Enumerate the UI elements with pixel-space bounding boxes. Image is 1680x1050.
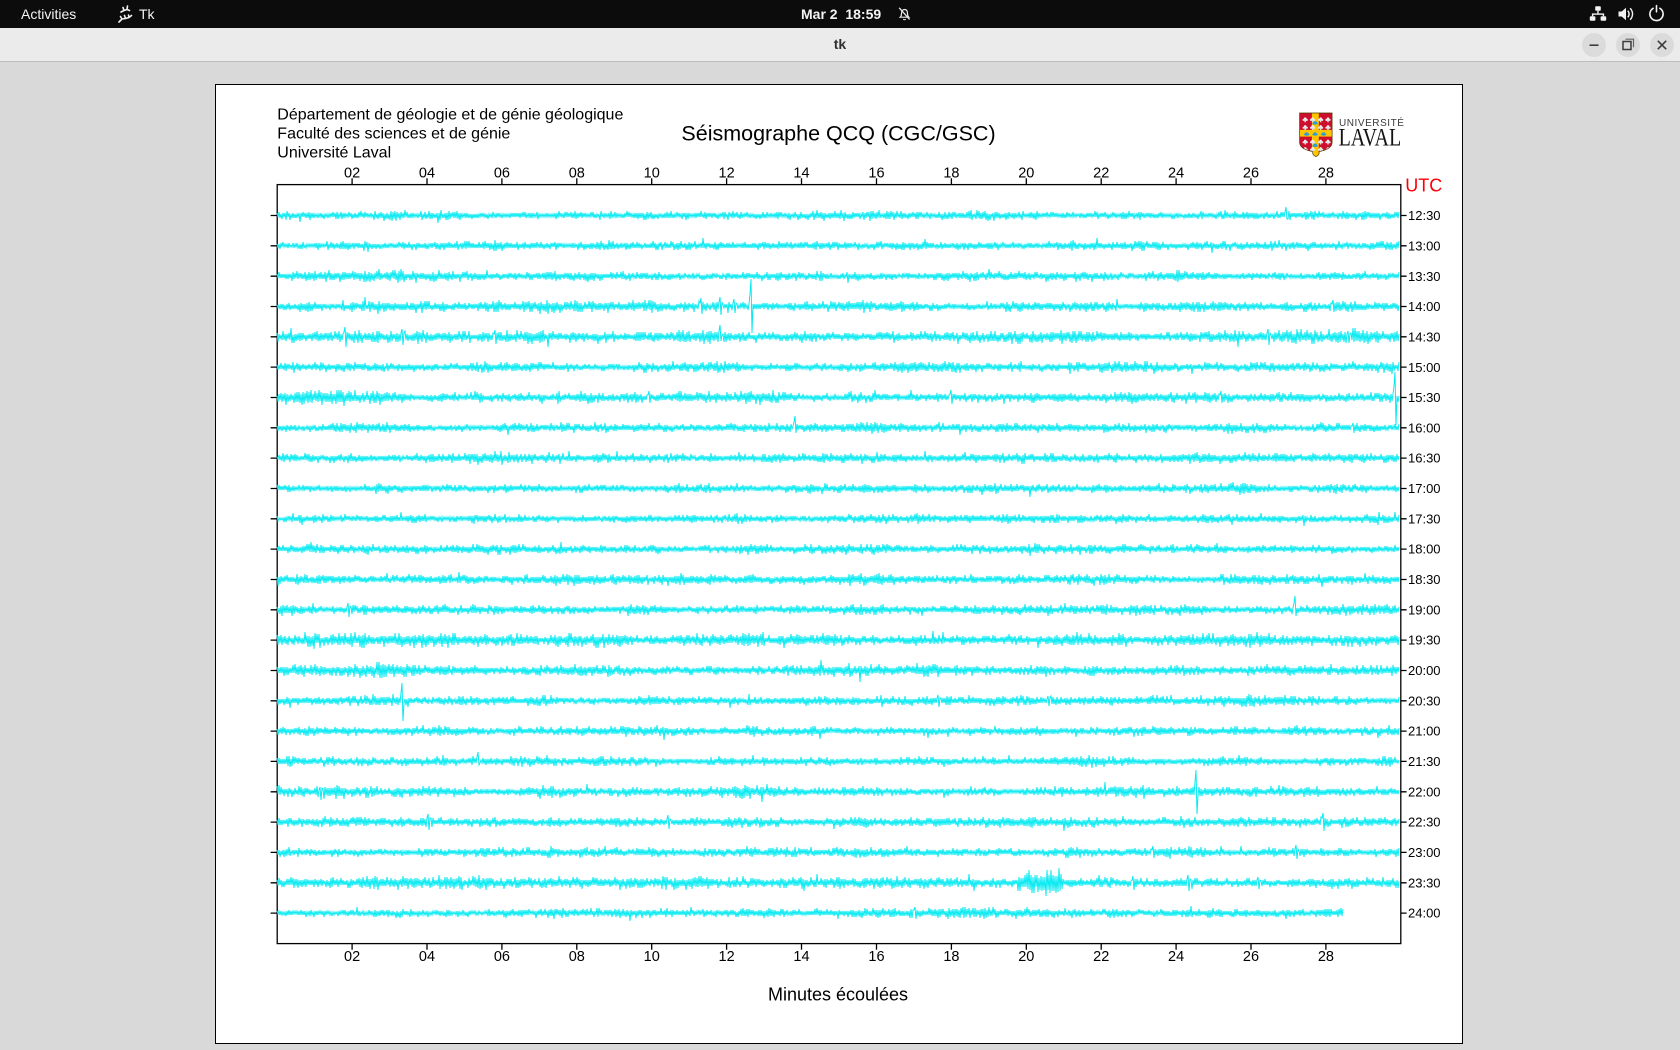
svg-text:17:30: 17:30 bbox=[1408, 511, 1441, 526]
svg-text:14:30: 14:30 bbox=[1408, 329, 1441, 344]
svg-text:24: 24 bbox=[1168, 949, 1184, 965]
svg-text:22:30: 22:30 bbox=[1408, 815, 1441, 830]
svg-text:15:00: 15:00 bbox=[1408, 360, 1441, 375]
svg-text:Minutes écoulées: Minutes écoulées bbox=[768, 985, 908, 1005]
svg-text:13:30: 13:30 bbox=[1408, 269, 1441, 284]
svg-text:04: 04 bbox=[419, 165, 435, 181]
svg-text:24:00: 24:00 bbox=[1408, 906, 1441, 921]
svg-text:13:00: 13:00 bbox=[1408, 238, 1441, 253]
svg-text:18: 18 bbox=[943, 949, 959, 965]
svg-text:17:00: 17:00 bbox=[1408, 481, 1441, 496]
svg-text:18: 18 bbox=[943, 165, 959, 181]
svg-text:02: 02 bbox=[344, 949, 360, 965]
svg-text:UTC: UTC bbox=[1405, 175, 1442, 195]
svg-text:16:30: 16:30 bbox=[1408, 451, 1441, 466]
svg-text:10: 10 bbox=[644, 949, 660, 965]
svg-text:22: 22 bbox=[1093, 165, 1109, 181]
svg-text:19:00: 19:00 bbox=[1408, 602, 1441, 617]
svg-text:02: 02 bbox=[344, 165, 360, 181]
svg-text:06: 06 bbox=[494, 949, 510, 965]
svg-text:20:00: 20:00 bbox=[1408, 663, 1441, 678]
svg-text:18:30: 18:30 bbox=[1408, 572, 1441, 587]
svg-text:22: 22 bbox=[1093, 949, 1109, 965]
svg-text:22:00: 22:00 bbox=[1408, 784, 1441, 799]
svg-text:12: 12 bbox=[719, 165, 735, 181]
svg-text:20:30: 20:30 bbox=[1408, 693, 1441, 708]
svg-text:16: 16 bbox=[868, 165, 884, 181]
svg-text:14: 14 bbox=[793, 165, 809, 181]
svg-text:24: 24 bbox=[1168, 165, 1184, 181]
svg-text:21:00: 21:00 bbox=[1408, 724, 1441, 739]
svg-text:Faculté des sciences et de gén: Faculté des sciences et de génie bbox=[277, 126, 510, 143]
svg-text:23:30: 23:30 bbox=[1408, 875, 1441, 890]
svg-text:14:00: 14:00 bbox=[1408, 299, 1441, 314]
svg-text:16:00: 16:00 bbox=[1408, 420, 1441, 435]
svg-text:21:30: 21:30 bbox=[1408, 754, 1441, 769]
svg-text:Séismographe QCQ (CGC/GSC): Séismographe QCQ (CGC/GSC) bbox=[681, 121, 995, 145]
svg-text:Département de géologie et de: Département de géologie et de génie géol… bbox=[277, 107, 623, 124]
svg-text:14: 14 bbox=[793, 949, 809, 965]
svg-text:16: 16 bbox=[868, 949, 884, 965]
svg-text:19:30: 19:30 bbox=[1408, 633, 1441, 648]
svg-text:20: 20 bbox=[1018, 165, 1034, 181]
svg-text:08: 08 bbox=[569, 165, 585, 181]
svg-text:28: 28 bbox=[1318, 165, 1334, 181]
svg-text:08: 08 bbox=[569, 949, 585, 965]
svg-text:26: 26 bbox=[1243, 165, 1259, 181]
svg-text:20: 20 bbox=[1018, 949, 1034, 965]
svg-text:04: 04 bbox=[419, 949, 435, 965]
svg-text:15:30: 15:30 bbox=[1408, 390, 1441, 405]
svg-text:23:00: 23:00 bbox=[1408, 845, 1441, 860]
svg-text:12: 12 bbox=[719, 949, 735, 965]
svg-text:10: 10 bbox=[644, 165, 660, 181]
svg-text:26: 26 bbox=[1243, 949, 1259, 965]
svg-text:18:00: 18:00 bbox=[1408, 542, 1441, 557]
svg-text:Université Laval: Université Laval bbox=[277, 145, 391, 162]
svg-text:LAVAL: LAVAL bbox=[1339, 123, 1402, 151]
svg-text:06: 06 bbox=[494, 165, 510, 181]
svg-text:28: 28 bbox=[1318, 949, 1334, 965]
svg-text:12:30: 12:30 bbox=[1408, 208, 1441, 223]
